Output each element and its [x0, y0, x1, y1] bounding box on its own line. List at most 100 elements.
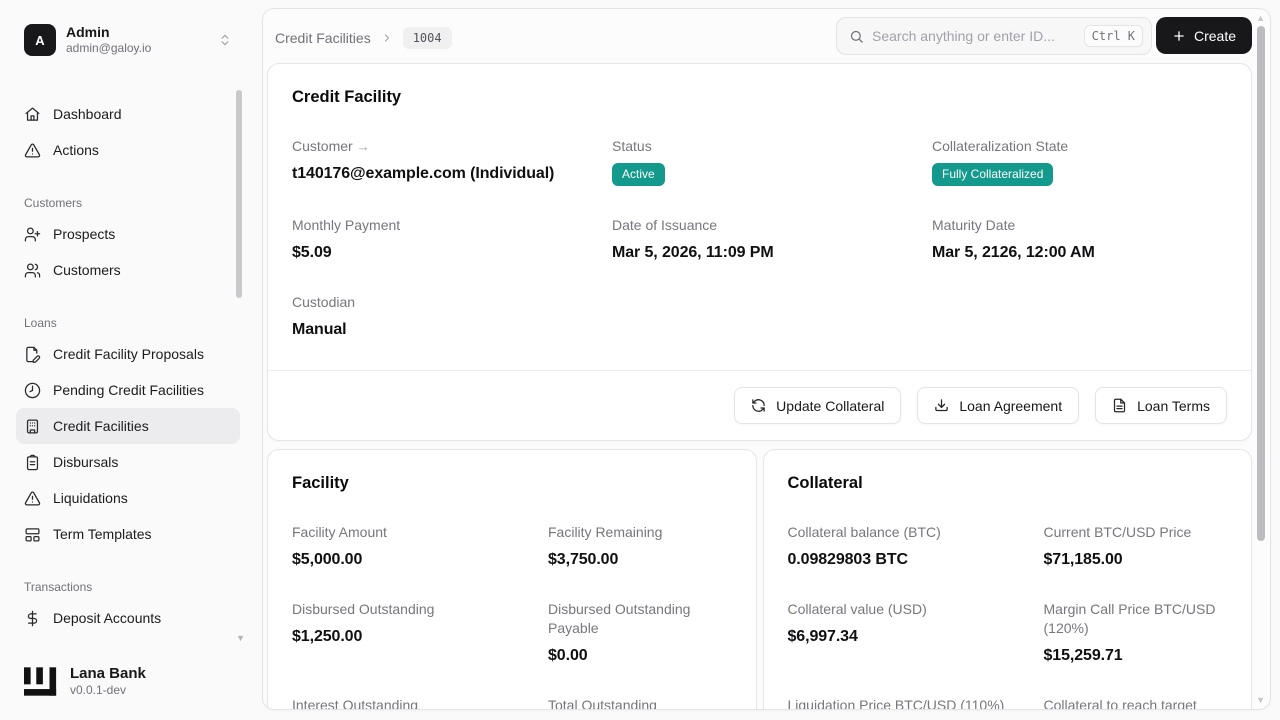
field-value: 0.09829803 BTC — [787, 551, 909, 568]
button-label: Loan Terms — [1137, 397, 1210, 414]
sidebar-item-credit-facilities[interactable]: Credit Facilities — [16, 408, 240, 444]
credit-facility-card: Credit Facility Customer → t140176@exampl… — [267, 63, 1252, 441]
field-value: Mar 5, 2026, 11:09 PM — [612, 244, 774, 261]
field-label: Margin Call Price BTC/USD (120%) — [1043, 601, 1216, 636]
dollar-sign-icon — [24, 610, 41, 627]
search-shortcut-kbd: Ctrl K — [1083, 25, 1143, 47]
bank-building-icon — [24, 418, 41, 435]
sidebar-item-customers[interactable]: Customers — [16, 252, 240, 288]
search-icon — [849, 29, 864, 44]
plus-icon — [1172, 29, 1186, 43]
sidebar-item-label: Credit Facilities — [53, 418, 149, 434]
sidebar-item-label: Term Templates — [53, 526, 152, 542]
status-badge: Active — [612, 163, 665, 186]
field-label: Customer — [292, 138, 353, 154]
alert-triangle-icon — [24, 142, 41, 159]
breadcrumb: Credit Facilities 1004 — [275, 27, 452, 49]
field-label: Collateral value (USD) — [787, 601, 927, 617]
breadcrumb-current-id-badge: 1004 — [402, 27, 452, 49]
sidebar-item-dashboard[interactable]: Dashboard — [16, 96, 240, 132]
sidebar-scroll-down-icon[interactable]: ▼ — [236, 633, 245, 643]
section-label-transactions: Transactions — [24, 580, 93, 594]
alert-triangle-icon — [24, 490, 41, 507]
sidebar-item-liquidations[interactable]: Liquidations — [16, 480, 240, 516]
field-collateralization-state: Collateralization State Fully Collateral… — [932, 137, 1227, 186]
field-customer: Customer → t140176@example.com (Individua… — [292, 137, 612, 186]
account-switcher[interactable]: A Admin admin@galoy.io — [16, 16, 240, 64]
field-value: $6,997.34 — [787, 628, 858, 645]
button-label: Loan Agreement — [959, 397, 1063, 414]
main-scroll-up-icon[interactable]: ▲ — [1256, 13, 1265, 23]
search-bar[interactable]: Ctrl K — [836, 17, 1152, 55]
customer-link[interactable]: t140176@example.com (Individual) — [292, 163, 596, 184]
update-collateral-button[interactable]: Update Collateral — [734, 387, 902, 424]
home-icon — [24, 106, 41, 123]
field-label: Facility Remaining — [548, 524, 663, 540]
field-label: Current BTC/USD Price — [1043, 524, 1192, 540]
sidebar-item-prospects[interactable]: Prospects — [16, 216, 240, 252]
field-disbursed-outstanding: Disbursed Outstanding $1,250.00 — [292, 600, 524, 666]
collateralization-badge: Fully Collateralized — [932, 163, 1054, 186]
user-name: Admin — [66, 24, 110, 40]
file-pen-icon — [24, 346, 41, 363]
brand-name: Lana Bank — [70, 665, 146, 682]
sidebar-item-actions[interactable]: Actions — [16, 132, 240, 168]
sidebar-scrollbar-thumb[interactable] — [236, 90, 242, 298]
arrow-right-icon: → — [356, 139, 370, 154]
field-value: $71,185.00 — [1043, 551, 1123, 568]
breadcrumb-credit-facilities-link[interactable]: Credit Facilities — [275, 30, 371, 46]
loan-agreement-button[interactable]: Loan Agreement — [917, 387, 1080, 424]
main-panel: Credit Facilities 1004 Ctrl K Create Cre… — [262, 8, 1271, 710]
brand: Lana Bank v0.0.1-dev — [24, 665, 146, 698]
search-input[interactable] — [872, 28, 1076, 44]
field-label: Disbursed Outstanding — [292, 601, 435, 617]
field-custodian: Custodian Manual — [292, 293, 612, 340]
field-label: Interest Outstanding — [292, 697, 419, 710]
section-label-customers: Customers — [24, 196, 83, 210]
chevron-right-icon — [381, 32, 393, 44]
field-interest-outstanding: Interest Outstanding $0.00 — [292, 696, 524, 710]
field-collateral-to-reach-target: Collateral to reach target (140%) 0.0983… — [1044, 696, 1228, 709]
field-label: Status — [612, 138, 652, 154]
sidebar-nav: Dashboard Actions Customers Prospects Cu… — [16, 96, 240, 636]
main-scrollbar-thumb[interactable] — [1257, 26, 1265, 541]
field-label: Custodian — [292, 294, 356, 310]
field-collateral-balance-btc: Collateral balance (BTC) 0.09829803 BTC — [788, 523, 1020, 570]
sidebar-item-disbursals[interactable]: Disbursals — [16, 444, 240, 480]
field-value: $0.00 — [548, 647, 588, 664]
field-current-btc-usd-price: Current BTC/USD Price $71,185.00 — [1044, 523, 1228, 570]
sidebar-item-label: Pending Credit Facilities — [53, 382, 204, 398]
user-email: admin@galoy.io — [66, 41, 152, 55]
facility-title: Facility — [292, 474, 349, 492]
field-label: Collateral balance (BTC) — [787, 524, 941, 540]
sidebar-item-pending-credit-facilities[interactable]: Pending Credit Facilities — [16, 372, 240, 408]
collateral-title: Collateral — [787, 474, 863, 492]
sidebar-item-label: Disbursals — [53, 454, 119, 470]
brand-version: v0.0.1-dev — [70, 683, 127, 697]
field-maturity-date: Maturity Date Mar 5, 2126, 12:00 AM — [932, 216, 1227, 263]
field-value: Manual — [292, 321, 347, 338]
field-monthly-payment: Monthly Payment $5.09 — [292, 216, 612, 263]
field-label: Total Outstanding — [548, 697, 657, 710]
user-plus-icon — [24, 226, 41, 243]
sidebar-item-deposit-accounts[interactable]: Deposit Accounts — [16, 600, 240, 636]
loan-terms-button[interactable]: Loan Terms — [1095, 387, 1227, 424]
credit-facility-actions: Update Collateral Loan Agreement Loan Te… — [268, 370, 1251, 440]
chevrons-up-down-icon — [218, 33, 232, 47]
field-status: Status Active — [612, 137, 932, 186]
main-scroll-down-icon[interactable]: ▼ — [1256, 695, 1265, 705]
field-label: Monthly Payment — [292, 217, 401, 233]
create-button[interactable]: Create — [1155, 17, 1252, 54]
field-margin-call-price: Margin Call Price BTC/USD (120%) $15,259… — [1044, 600, 1228, 666]
field-value: Mar 5, 2126, 12:00 AM — [932, 244, 1095, 261]
field-value: $5.09 — [292, 244, 332, 261]
sidebar-item-term-templates[interactable]: Term Templates — [16, 516, 240, 552]
sidebar-item-credit-facility-proposals[interactable]: Credit Facility Proposals — [16, 336, 240, 372]
field-label: Collateralization State — [932, 138, 1069, 154]
field-liquidation-price: Liquidation Price BTC/USD (110%) $13,988… — [788, 696, 1020, 709]
collateral-card: Collateral Collateral balance (BTC) 0.09… — [762, 449, 1252, 709]
field-facility-amount: Facility Amount $5,000.00 — [292, 523, 524, 570]
user-meta: Admin admin@galoy.io — [66, 24, 208, 56]
users-icon — [24, 262, 41, 279]
field-value: $5,000.00 — [292, 551, 363, 568]
